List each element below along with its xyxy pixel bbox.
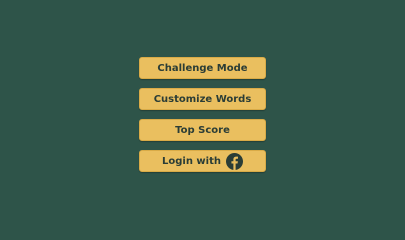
top-score-label: Top Score	[175, 124, 230, 136]
login-label: Login with	[162, 155, 221, 167]
challenge-mode-button[interactable]: Challenge Mode	[139, 57, 266, 79]
customize-words-button[interactable]: Customize Words	[139, 88, 266, 110]
customize-words-label: Customize Words	[153, 93, 252, 105]
facebook-icon	[226, 152, 243, 170]
main-menu-screen: { "colors": { "background": "#2e5449", "…	[0, 0, 405, 228]
top-score-button[interactable]: Top Score	[139, 119, 266, 141]
login-with-facebook-button[interactable]: Login with	[139, 150, 266, 172]
main-menu: Challenge Mode Customize Words Top Score…	[139, 57, 266, 172]
challenge-mode-label: Challenge Mode	[157, 62, 248, 74]
